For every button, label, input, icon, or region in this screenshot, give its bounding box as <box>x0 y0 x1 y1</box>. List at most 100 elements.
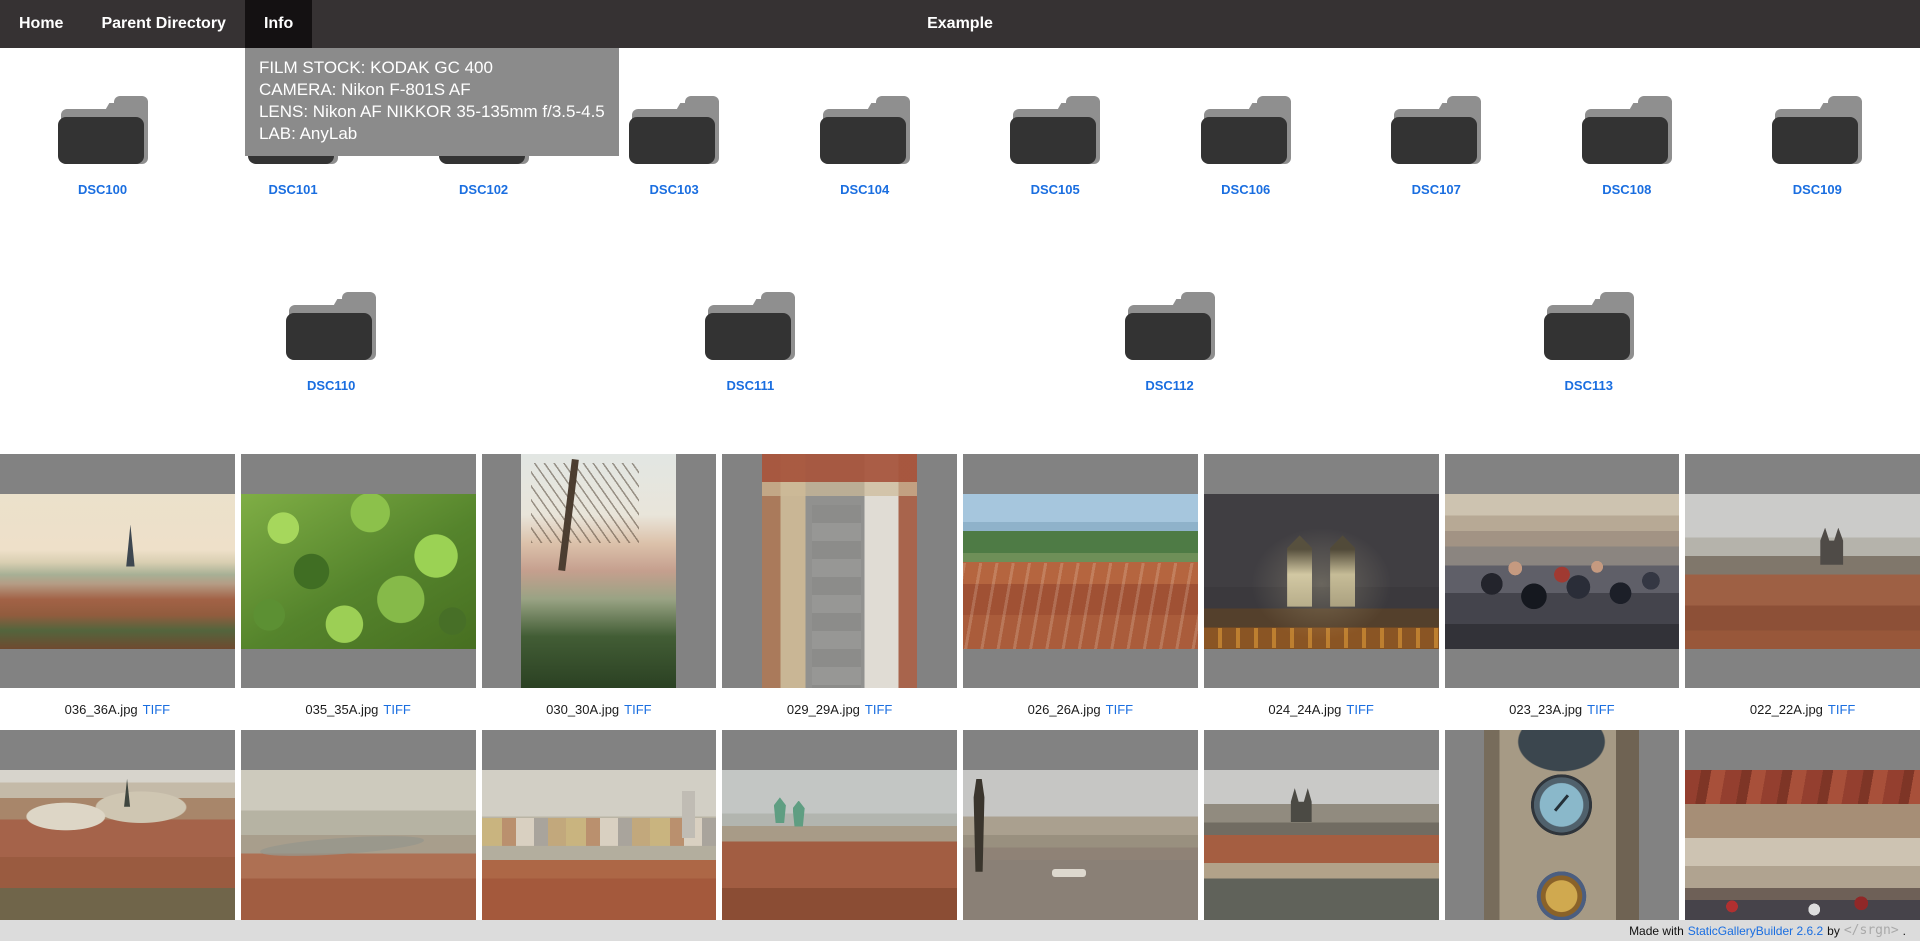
photo-box[interactable] <box>241 730 476 941</box>
photo-box[interactable] <box>1204 730 1439 941</box>
folder-link[interactable]: DSC113 <box>1565 378 1613 393</box>
photo-box[interactable] <box>1445 730 1680 941</box>
photo-box[interactable] <box>1445 454 1680 688</box>
photo-thumbnail[interactable] <box>963 770 1198 925</box>
photo-box[interactable] <box>1685 730 1920 941</box>
folder-link[interactable]: DSC105 <box>1031 182 1080 197</box>
folder-item[interactable]: DSC112 <box>1082 292 1258 400</box>
photo-tiff-link[interactable]: TIFF <box>1346 702 1373 717</box>
photo-box[interactable] <box>722 730 957 941</box>
folder-link[interactable]: DSC100 <box>78 182 127 197</box>
photo-thumbnail[interactable] <box>1445 494 1680 649</box>
photo-box[interactable] <box>963 454 1198 688</box>
photo-thumbnail[interactable] <box>521 454 676 688</box>
folder-icon[interactable] <box>1125 292 1215 360</box>
folder-link[interactable]: DSC110 <box>307 378 355 393</box>
photo-box[interactable] <box>0 454 235 688</box>
footer-bar: Made with StaticGalleryBuilder 2.6.2 by … <box>0 920 1920 941</box>
folder-link[interactable]: DSC101 <box>268 182 317 197</box>
photo-caption: 026_26A.jpg TIFF <box>963 688 1198 730</box>
photo-tiff-link[interactable]: TIFF <box>1828 702 1855 717</box>
folder-icon[interactable] <box>629 96 719 164</box>
photo-filename: 035_35A.jpg <box>305 702 378 717</box>
photo-box[interactable] <box>241 454 476 688</box>
photo-box[interactable] <box>1685 454 1920 688</box>
photo-thumbnail[interactable] <box>0 494 235 649</box>
photo-thumbnail[interactable] <box>482 770 717 925</box>
photo-thumbnail[interactable] <box>241 770 476 925</box>
photo-cell: 029_29A.jpg TIFF <box>722 454 957 730</box>
photo-thumbnail[interactable] <box>1484 730 1639 941</box>
photo-box[interactable] <box>482 454 717 688</box>
photo-thumbnail[interactable] <box>722 770 957 925</box>
photo-cell <box>722 730 957 941</box>
photo-cell <box>482 730 717 941</box>
photo-thumbnail[interactable] <box>1685 770 1920 925</box>
folder-link[interactable]: DSC108 <box>1602 182 1651 197</box>
folder-item[interactable]: DSC113 <box>1501 292 1677 400</box>
photo-thumbnail[interactable] <box>1204 770 1439 925</box>
folder-icon[interactable] <box>286 292 376 360</box>
tooltip-line-lens: LENS: Nikon AF NIKKOR 35-135mm f/3.5-4.5 <box>259 101 605 123</box>
folder-item[interactable]: DSC111 <box>662 292 838 400</box>
nav-item-parent-directory[interactable]: Parent Directory <box>82 0 245 48</box>
photo-filename: 022_22A.jpg <box>1750 702 1823 717</box>
photo-filename: 030_30A.jpg <box>546 702 619 717</box>
photo-cell: 030_30A.jpg TIFF <box>482 454 717 730</box>
photo-box[interactable] <box>1204 454 1439 688</box>
photo-box[interactable] <box>963 730 1198 941</box>
folder-item[interactable]: DSC105 <box>967 96 1143 204</box>
folder-icon[interactable] <box>705 292 795 360</box>
folder-link[interactable]: DSC111 <box>727 378 775 393</box>
photo-thumbnail[interactable] <box>963 494 1198 649</box>
photo-box[interactable] <box>482 730 717 941</box>
folder-link[interactable]: DSC106 <box>1221 182 1270 197</box>
photo-box[interactable] <box>0 730 235 941</box>
photo-caption: 036_36A.jpg TIFF <box>0 688 235 730</box>
folder-icon[interactable] <box>1010 96 1100 164</box>
photo-caption: 023_23A.jpg TIFF <box>1445 688 1680 730</box>
folder-link[interactable]: DSC103 <box>650 182 699 197</box>
folder-icon[interactable] <box>1544 292 1634 360</box>
folder-item[interactable]: DSC104 <box>777 96 953 204</box>
photo-tiff-link[interactable]: TIFF <box>1106 702 1133 717</box>
folder-item[interactable]: DSC109 <box>1729 96 1905 204</box>
photo-cell <box>963 730 1198 941</box>
photo-tiff-link[interactable]: TIFF <box>143 702 170 717</box>
folder-link[interactable]: DSC107 <box>1412 182 1461 197</box>
photo-cell <box>0 730 235 941</box>
photo-thumbnail[interactable] <box>241 494 476 649</box>
tooltip-line-lab: LAB: AnyLab <box>259 123 605 145</box>
folder-icon[interactable] <box>1772 96 1862 164</box>
photo-tiff-link[interactable]: TIFF <box>1587 702 1614 717</box>
folder-icon[interactable] <box>1582 96 1672 164</box>
nav-item-home[interactable]: Home <box>0 0 82 48</box>
folder-link[interactable]: DSC104 <box>840 182 889 197</box>
folder-link[interactable]: DSC112 <box>1145 378 1193 393</box>
folder-item[interactable]: DSC100 <box>15 96 191 204</box>
folder-item[interactable]: DSC106 <box>1158 96 1334 204</box>
footer-by-text: by <box>1827 924 1840 938</box>
photo-filename: 026_26A.jpg <box>1028 702 1101 717</box>
photo-thumbnail[interactable] <box>0 770 235 925</box>
photo-box[interactable] <box>722 454 957 688</box>
builder-link[interactable]: StaticGalleryBuilder 2.6.2 <box>1688 924 1823 938</box>
folder-icon[interactable] <box>1391 96 1481 164</box>
folder-item[interactable]: DSC110 <box>243 292 419 400</box>
photo-tiff-link[interactable]: TIFF <box>383 702 410 717</box>
photo-tiff-link[interactable]: TIFF <box>865 702 892 717</box>
folder-item[interactable]: DSC107 <box>1348 96 1524 204</box>
srgn-brand-logo: </srgn> <box>1844 923 1899 938</box>
nav-item-info[interactable]: Info FILM STOCK: KODAK GC 400 CAMERA: Ni… <box>245 0 312 48</box>
folder-icon[interactable] <box>820 96 910 164</box>
folder-link[interactable]: DSC102 <box>459 182 508 197</box>
folder-link[interactable]: DSC109 <box>1793 182 1842 197</box>
photo-thumbnail[interactable] <box>1204 494 1439 649</box>
folder-icon[interactable] <box>1201 96 1291 164</box>
folder-icon[interactable] <box>58 96 148 164</box>
photo-thumbnail[interactable] <box>1685 494 1920 649</box>
photo-tiff-link[interactable]: TIFF <box>624 702 651 717</box>
photo-thumbnail[interactable] <box>762 454 917 688</box>
photo-cell: 035_35A.jpg TIFF <box>241 454 476 730</box>
folder-item[interactable]: DSC108 <box>1539 96 1715 204</box>
